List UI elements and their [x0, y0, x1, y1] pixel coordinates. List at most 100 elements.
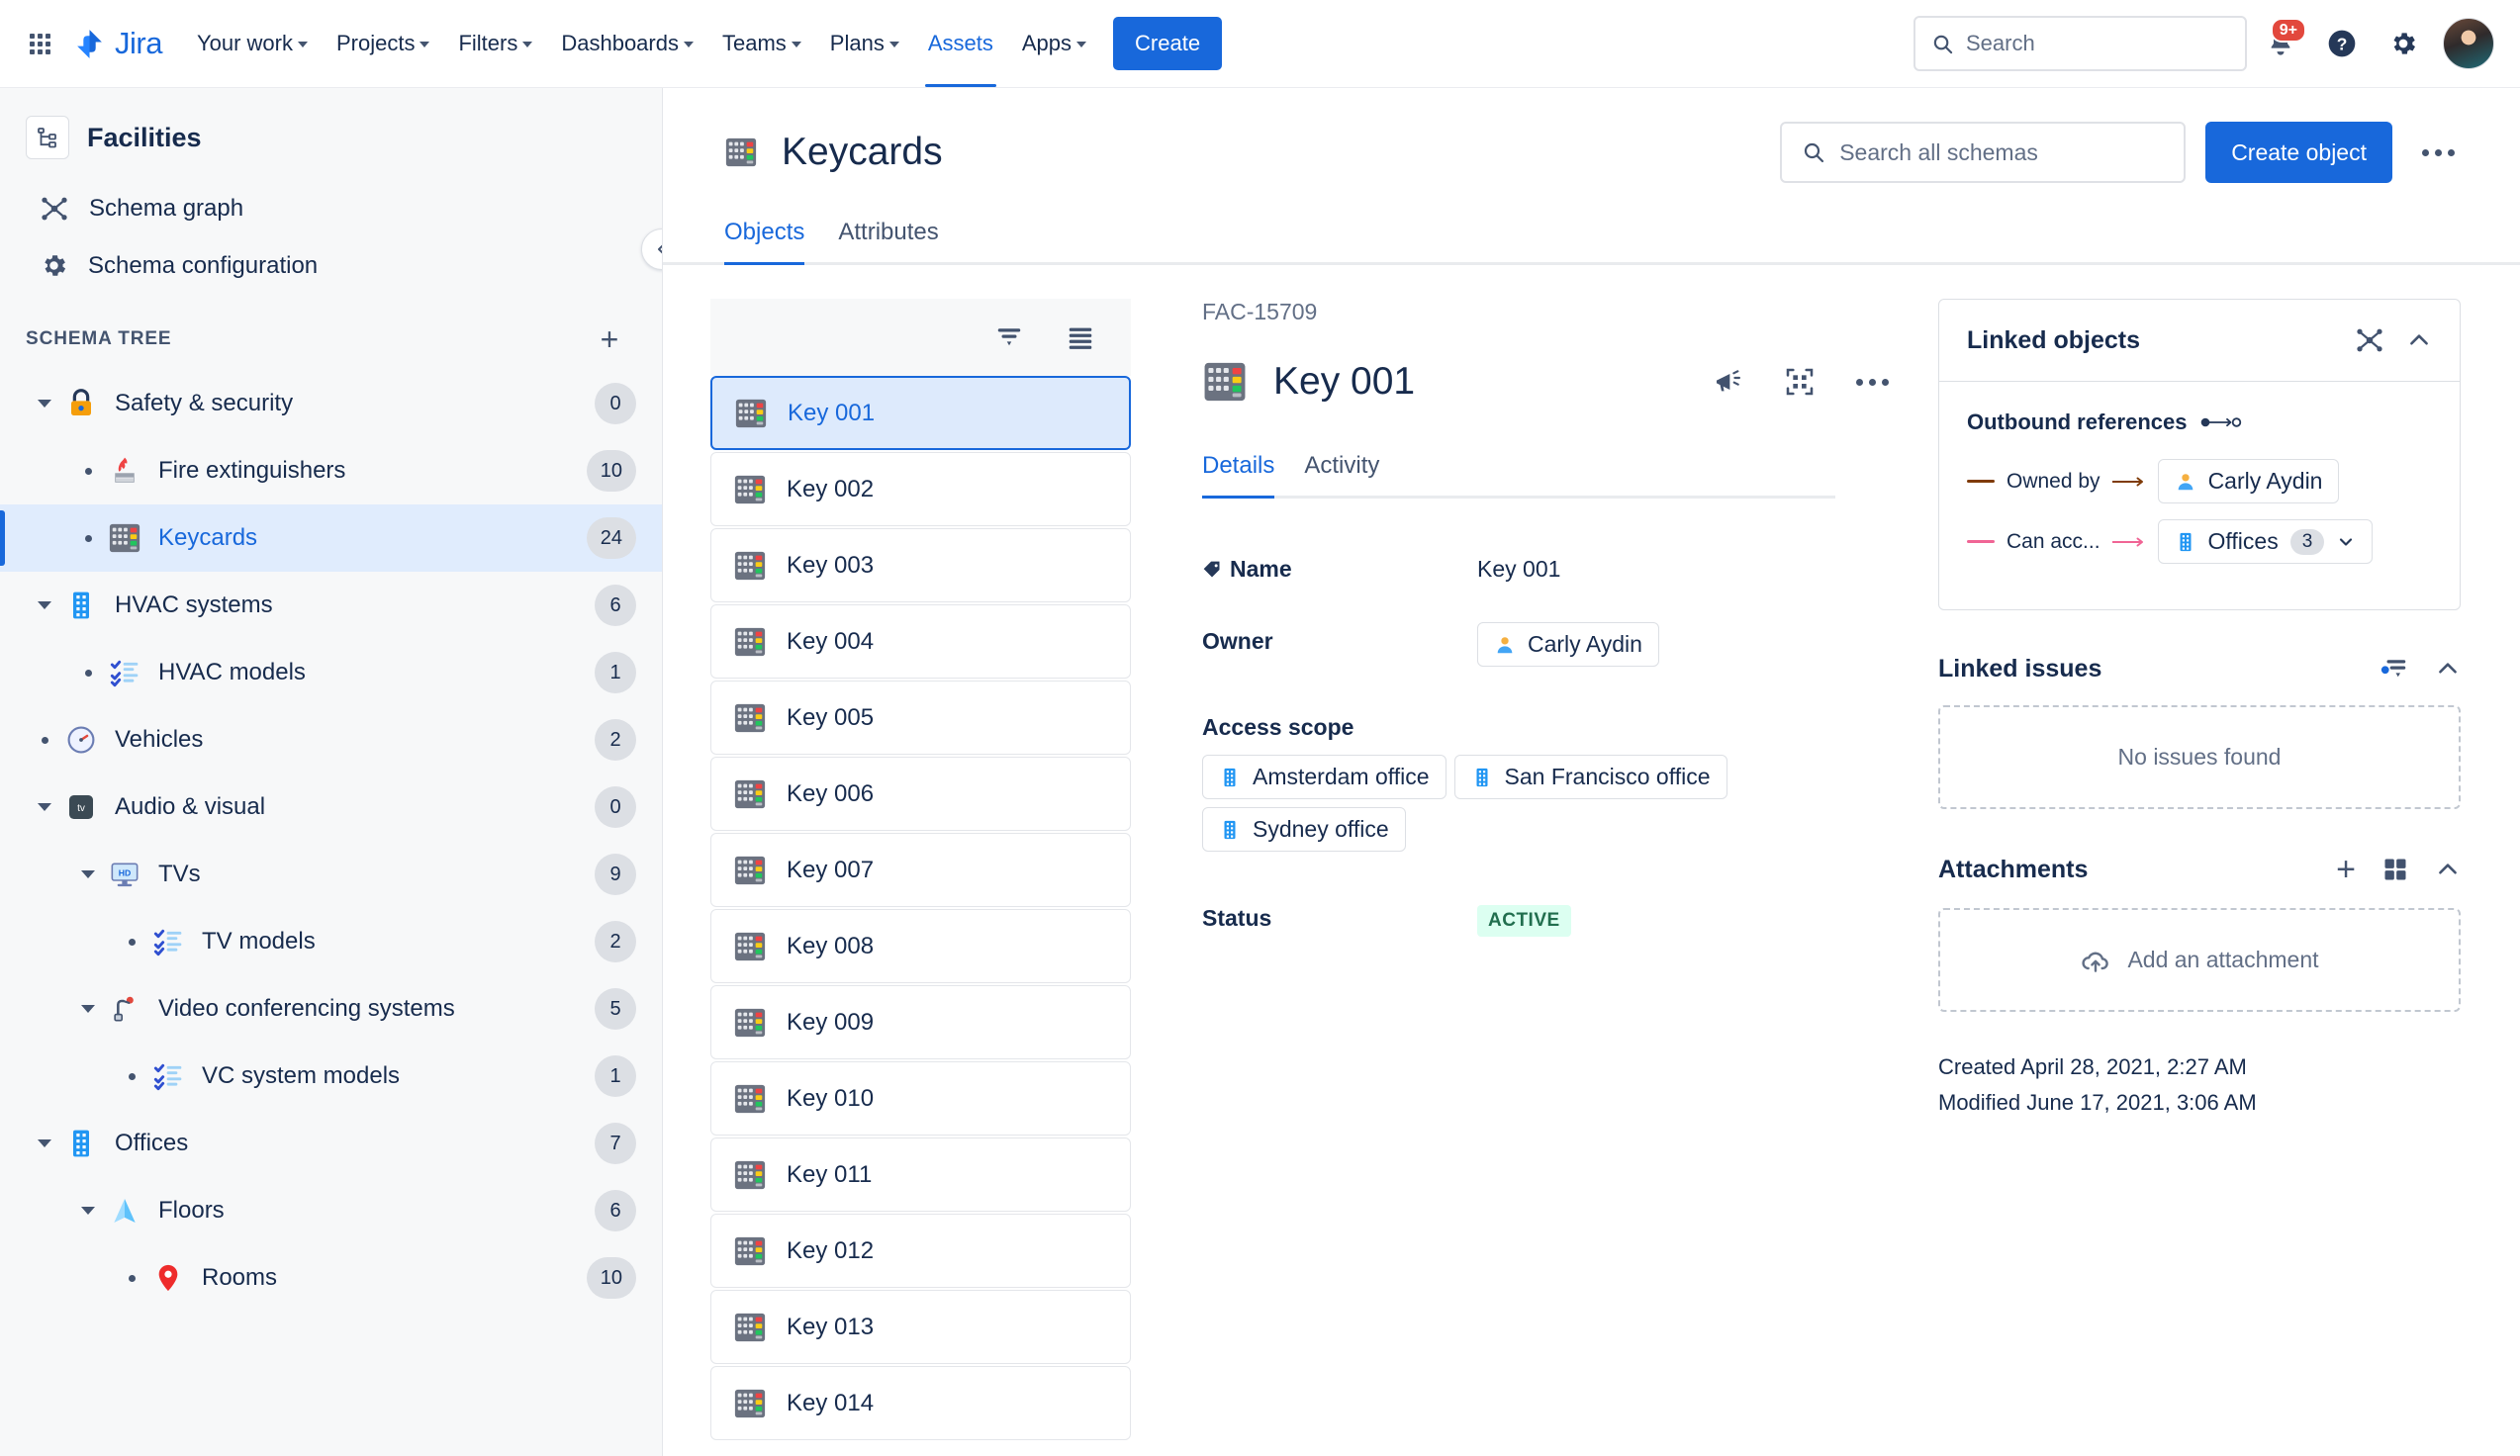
- tree-item-count: 2: [595, 719, 636, 761]
- arrow-right-icon: [2111, 536, 2146, 548]
- add-attachment-label: Add an attachment: [2127, 947, 2319, 972]
- keypad-icon: [733, 1311, 767, 1344]
- jira-logo[interactable]: Jira: [73, 26, 162, 61]
- access-scope-chip[interactable]: San Francisco office: [1453, 755, 1727, 799]
- chevron-down-icon[interactable]: [69, 1005, 107, 1013]
- object-list-item[interactable]: Key 008: [710, 909, 1131, 983]
- help-button[interactable]: ?: [2314, 16, 2370, 71]
- tree-item-label: Offices: [115, 1130, 189, 1156]
- chevron-down-icon[interactable]: [26, 400, 63, 408]
- settings-button[interactable]: [2376, 16, 2431, 71]
- graph-nodes-icon[interactable]: [2355, 325, 2384, 355]
- sidebar-tree-item-tv-models[interactable]: TV models 2: [0, 908, 662, 975]
- qr-code-icon[interactable]: [1775, 357, 1824, 407]
- tab-attributes[interactable]: Attributes: [838, 219, 938, 262]
- tab-details[interactable]: Details: [1202, 452, 1275, 499]
- sidebar-tree-item-floors[interactable]: Floors 6: [0, 1177, 662, 1244]
- megaphone-icon[interactable]: [1704, 357, 1753, 407]
- create-object-button[interactable]: Create object: [2205, 122, 2392, 183]
- sidebar-tree-item-rooms[interactable]: Rooms 10: [0, 1244, 662, 1312]
- sidebar-tree-item-fire-extinguishers[interactable]: Fire extinguishers 10: [0, 437, 662, 504]
- add-attachment-dropzone[interactable]: Add an attachment: [1938, 908, 2461, 1012]
- object-list-item[interactable]: Key 009: [710, 985, 1131, 1059]
- object-list-item[interactable]: Key 014: [710, 1366, 1131, 1440]
- sidebar-tree-item-vc-system-models[interactable]: VC system models 1: [0, 1043, 662, 1110]
- reference-line: [1967, 480, 1995, 483]
- nav-item-apps[interactable]: Apps: [1009, 17, 1099, 70]
- filter-icon[interactable]: [984, 313, 1034, 362]
- reference-target-chip[interactable]: Offices 3: [2157, 519, 2374, 564]
- nav-item-dashboards[interactable]: Dashboards: [548, 17, 706, 70]
- nav-item-teams[interactable]: Teams: [709, 17, 814, 70]
- sidebar-tree-item-video-conferencing-systems[interactable]: Video conferencing systems 5: [0, 975, 662, 1043]
- object-list-item[interactable]: Key 011: [710, 1138, 1131, 1212]
- reference-target-label: Offices: [2207, 528, 2279, 554]
- grid-view-icon[interactable]: [2381, 856, 2409, 883]
- sidebar-item-schema-configuration[interactable]: Schema configuration: [14, 238, 648, 293]
- chevron-down-icon[interactable]: [26, 803, 63, 811]
- chevron-down-icon: [791, 42, 801, 47]
- object-list-item[interactable]: Key 007: [710, 833, 1131, 907]
- object-list-item[interactable]: Key 004: [710, 604, 1131, 679]
- person-icon: [1494, 634, 1516, 656]
- nav-item-your-work[interactable]: Your work: [184, 17, 321, 70]
- object-list-item[interactable]: Key 001: [710, 376, 1131, 450]
- chevron-up-icon[interactable]: [2435, 857, 2461, 882]
- plus-icon[interactable]: +: [2336, 853, 2356, 886]
- tree-item-label: TVs: [158, 861, 201, 887]
- sidebar-tree-item-audio-visual[interactable]: tv Audio & visual 0: [0, 774, 662, 841]
- more-horizontal-icon[interactable]: [1846, 369, 1899, 396]
- user-avatar[interactable]: [2443, 18, 2494, 69]
- sidebar-tree-item-vehicles[interactable]: Vehicles 2: [0, 706, 662, 774]
- create-button[interactable]: Create: [1113, 17, 1223, 70]
- access-scope-chip[interactable]: Sydney office: [1202, 807, 1406, 852]
- global-search-input[interactable]: Search: [1913, 16, 2247, 71]
- sidebar-tree-item-hvac-models[interactable]: HVAC models 1: [0, 639, 662, 706]
- chevron-down-icon[interactable]: [69, 870, 107, 878]
- nav-item-filters[interactable]: Filters: [445, 17, 545, 70]
- object-list-item[interactable]: Key 006: [710, 757, 1131, 831]
- schema-search-input[interactable]: Search all schemas: [1780, 122, 2187, 183]
- object-list-item-label: Key 004: [787, 627, 875, 655]
- app-switcher-icon[interactable]: [20, 24, 59, 63]
- nav-item-plans[interactable]: Plans: [817, 17, 912, 70]
- chevron-down-icon[interactable]: [69, 1207, 107, 1215]
- chevron-up-icon[interactable]: [2435, 656, 2461, 682]
- object-list-item[interactable]: Key 013: [710, 1290, 1131, 1364]
- sidebar-tree-item-hvac-systems[interactable]: HVAC systems 6: [0, 572, 662, 639]
- chevron-down-icon[interactable]: [2336, 532, 2356, 552]
- sidebar-tree-item-keycards[interactable]: Keycards 24: [0, 504, 662, 572]
- primary-nav: Your work Projects Filters Dashboards Te…: [184, 17, 1099, 87]
- arrow-right-icon: [2111, 476, 2146, 488]
- access-scope-chip[interactable]: Amsterdam office: [1202, 755, 1447, 799]
- chevron-down-icon[interactable]: [26, 1139, 63, 1147]
- keypad-icon: [733, 1082, 767, 1116]
- chevron-down-icon[interactable]: [26, 601, 63, 609]
- sidebar-tree-item-tvs[interactable]: HD TVs 9: [0, 841, 662, 908]
- tree-item-icon: [63, 386, 99, 421]
- chevron-up-icon[interactable]: [2406, 327, 2432, 353]
- object-list-item[interactable]: Key 005: [710, 681, 1131, 755]
- nav-item-projects[interactable]: Projects: [324, 17, 442, 70]
- tab-objects[interactable]: Objects: [724, 219, 805, 265]
- tree-item-label: VC system models: [202, 1062, 401, 1089]
- sidebar-item-schema-graph[interactable]: Schema graph: [14, 181, 648, 236]
- notifications-button[interactable]: 9+: [2253, 16, 2308, 71]
- owner-chip[interactable]: Carly Aydin: [1477, 622, 1659, 667]
- sidebar-tree-item-safety-security[interactable]: Safety & security 0: [0, 370, 662, 437]
- status-badge: ACTIVE: [1477, 905, 1571, 937]
- object-detail-tabs: Details Activity: [1202, 452, 1835, 499]
- list-view-icon[interactable]: [1056, 313, 1105, 362]
- filter-icon[interactable]: [2380, 654, 2409, 683]
- object-list-item[interactable]: Key 003: [710, 528, 1131, 602]
- reference-target-chip[interactable]: Carly Aydin: [2157, 459, 2340, 503]
- sidebar-tree-item-offices[interactable]: Offices 7: [0, 1110, 662, 1177]
- more-horizontal-icon[interactable]: [2412, 139, 2465, 166]
- tree-item-icon: [63, 722, 99, 758]
- tab-activity[interactable]: Activity: [1304, 452, 1379, 496]
- object-list-item[interactable]: Key 012: [710, 1214, 1131, 1288]
- add-object-type-button[interactable]: +: [591, 320, 628, 358]
- object-list-item[interactable]: Key 002: [710, 452, 1131, 526]
- object-list-item[interactable]: Key 010: [710, 1061, 1131, 1136]
- nav-item-assets[interactable]: Assets: [915, 17, 1006, 87]
